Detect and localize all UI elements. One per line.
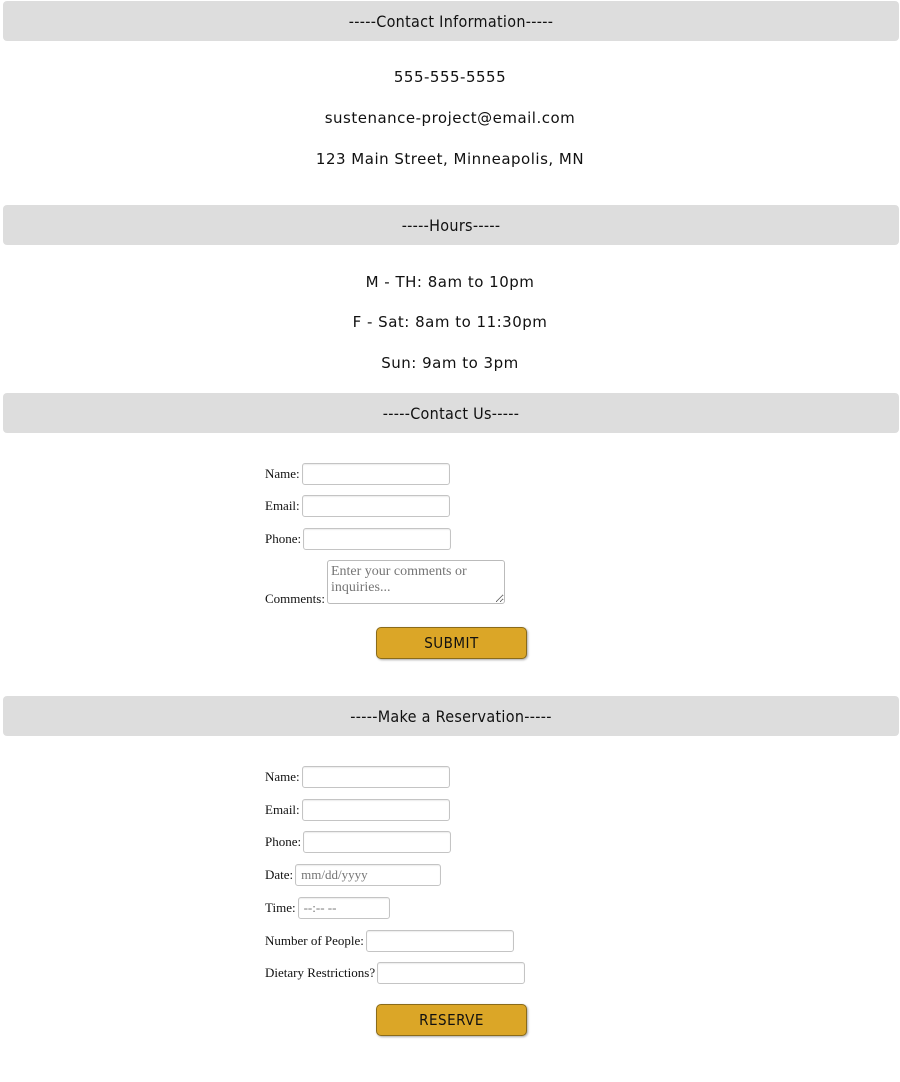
contact-phone-label: Phone:	[265, 531, 302, 546]
res-email-row: Email:	[265, 799, 450, 821]
submit-button[interactable]: SUBMIT	[376, 627, 527, 659]
res-time-row: Time:	[265, 897, 390, 919]
res-people-input[interactable]	[365, 930, 514, 952]
contact-info-heading: -----Contact Information-----	[3, 1, 899, 41]
reserve-button[interactable]: RESERVE	[376, 1004, 527, 1036]
res-time-input[interactable]	[297, 897, 390, 919]
contact-email-row: Email:	[265, 495, 450, 517]
res-name-label: Name:	[265, 769, 300, 784]
hours-weekend: F - Sat: 8am to 11:30pm	[352, 313, 548, 331]
res-people-row: Number of People:	[265, 930, 514, 952]
contact-comments-row: Comments:	[265, 560, 505, 606]
res-dietary-label: Dietary Restrictions?	[265, 965, 376, 980]
contact-comments-textarea[interactable]	[326, 560, 505, 604]
res-email-input[interactable]	[301, 799, 450, 821]
res-phone-row: Phone:	[265, 831, 452, 853]
hours-sunday: Sun: 9am to 3pm	[381, 354, 519, 372]
contact-phone-row: Phone:	[265, 528, 452, 550]
res-name-row: Name:	[265, 766, 450, 788]
reservation-heading: -----Make a Reservation-----	[3, 696, 899, 736]
res-date-label: Date:	[265, 867, 294, 882]
contact-email-input[interactable]	[301, 495, 450, 517]
res-time-label: Time:	[265, 900, 296, 915]
contact-phone: 555-555-5555	[393, 68, 507, 86]
res-dietary-input[interactable]	[377, 962, 526, 984]
hours-weekday: M - TH: 8am to 10pm	[365, 273, 535, 291]
contact-email-label: Email:	[265, 498, 300, 513]
res-date-row: Date:	[265, 864, 442, 886]
res-people-label: Number of People:	[265, 933, 364, 948]
contact-phone-input[interactable]	[303, 528, 452, 550]
res-dietary-row: Dietary Restrictions?	[265, 962, 526, 984]
contact-name-input[interactable]	[301, 463, 450, 485]
contact-comments-label: Comments:	[265, 591, 325, 606]
contact-name-row: Name:	[265, 463, 450, 485]
res-phone-label: Phone:	[265, 834, 302, 849]
contact-address: 123 Main Street, Minneapolis, MN	[315, 150, 585, 168]
contact-name-label: Name:	[265, 466, 300, 481]
res-name-input[interactable]	[301, 766, 450, 788]
res-date-input[interactable]	[295, 864, 442, 886]
contact-email: sustenance-project@email.com	[324, 109, 576, 127]
res-phone-input[interactable]	[303, 831, 452, 853]
contact-us-heading: -----Contact Us-----	[3, 393, 899, 433]
hours-heading: -----Hours-----	[3, 205, 899, 245]
res-email-label: Email:	[265, 802, 300, 817]
